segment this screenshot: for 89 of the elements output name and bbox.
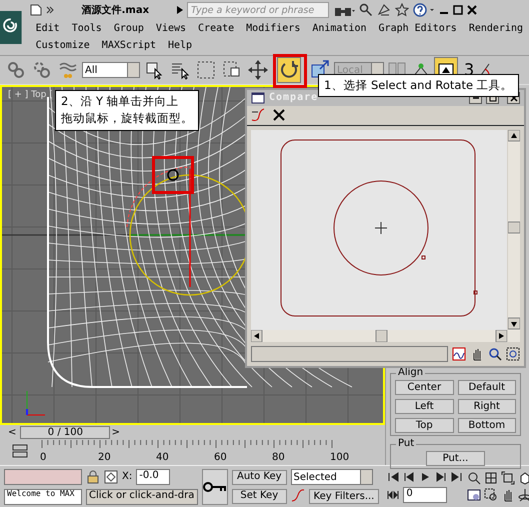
menu-item[interactable]: Customize: [30, 40, 96, 51]
zoom-region-icon[interactable]: [484, 488, 498, 502]
slider-next-arrow[interactable]: >: [108, 427, 124, 438]
x-label: X:: [122, 471, 132, 482]
track-tick-label: 0: [40, 452, 46, 463]
callout-tooltip: 1、选择 Select and Rotate 工具。: [318, 74, 519, 98]
play-icon[interactable]: [419, 470, 432, 482]
zoom-icon[interactable]: [467, 471, 482, 485]
group-title: Align: [396, 367, 426, 378]
go-to-end-icon[interactable]: [451, 470, 464, 482]
unlink-icon: [31, 59, 53, 81]
maxscript-listener-field[interactable]: [4, 468, 82, 484]
align-button[interactable]: Default: [458, 380, 516, 395]
search-field[interactable]: Type a keyword or phrase: [187, 2, 330, 18]
curve-icon[interactable]: [290, 489, 305, 503]
x-coordinate-field[interactable]: -0.0: [136, 468, 170, 484]
highlight-frame: [152, 156, 194, 194]
group-title: Put: [396, 438, 416, 449]
star-icon[interactable]: [395, 3, 410, 17]
orbit-icon[interactable]: [518, 488, 529, 502]
highlight-frame: [273, 54, 307, 88]
track-bar[interactable]: 0 20 40 60 80 100: [40, 440, 385, 465]
menu-item[interactable]: Graph Editors: [372, 23, 463, 34]
dashed-rectangle-icon: [195, 59, 217, 81]
delete-icon[interactable]: [273, 109, 285, 122]
track-tick-label: 60: [214, 452, 227, 463]
align-button[interactable]: Center: [395, 380, 454, 395]
next-frame-icon[interactable]: [435, 470, 448, 482]
horizontal-scrollbar[interactable]: [251, 330, 507, 342]
track-tick-label: 20: [98, 452, 111, 463]
pick-curve-icon[interactable]: [251, 108, 265, 122]
lock-icon[interactable]: [86, 470, 100, 484]
time-slider-thumb[interactable]: 0 / 100: [20, 426, 110, 439]
auto-key-button[interactable]: Auto Key: [232, 470, 287, 484]
window-icon: [251, 92, 265, 104]
menu-item[interactable]: Group: [108, 23, 150, 34]
set-key-button[interactable]: Set Key: [232, 488, 287, 504]
key-mode-toggle-icon[interactable]: [387, 488, 400, 500]
move-icon: [247, 59, 269, 81]
file-title: 酒源文件.max: [82, 4, 150, 16]
track-bar-toggle-icon[interactable]: [12, 444, 28, 458]
new-file-icon[interactable]: [30, 4, 42, 16]
time-config-icon[interactable]: [467, 488, 482, 502]
menu-item[interactable]: Edit: [30, 23, 66, 34]
curve-view-icon[interactable]: [452, 347, 466, 361]
menu-item[interactable]: MAXScript: [96, 40, 162, 51]
key-mode-value: Selected: [294, 472, 337, 482]
zoom-extents-icon[interactable]: [484, 471, 498, 485]
align-button[interactable]: Right: [458, 399, 516, 414]
maxscript-output: Welcome to MAX: [4, 488, 82, 504]
menu-item[interactable]: Animation: [306, 23, 373, 34]
menu-item[interactable]: Tools: [66, 23, 108, 34]
slider-prev-arrow[interactable]: <: [4, 427, 20, 438]
play-arrow-icon[interactable]: [177, 6, 184, 14]
selection-center-icon[interactable]: [104, 470, 118, 484]
align-button[interactable]: Left: [395, 399, 454, 414]
link-icon: [5, 59, 27, 81]
go-to-start-icon[interactable]: [387, 470, 400, 482]
menu-item[interactable]: Modifiers: [240, 23, 306, 34]
set-key-mode-button[interactable]: [202, 468, 228, 504]
align-button[interactable]: Top: [395, 418, 454, 433]
key-mode-dropdown[interactable]: Selected: [290, 469, 373, 485]
menu-item[interactable]: Help: [162, 40, 198, 51]
menu-item[interactable]: Create: [192, 23, 240, 34]
menu-item[interactable]: Views: [150, 23, 192, 34]
track-tick-label: 40: [156, 452, 169, 463]
track-tick-label: 100: [330, 452, 350, 463]
frame-icon[interactable]: [501, 471, 516, 485]
selection-filter-dropdown[interactable]: All: [82, 62, 140, 78]
close-icon[interactable]: [467, 5, 478, 15]
callout-tooltip: 2、沿 Y 轴单击并向上 拖动鼠标，旋转截面型。: [55, 90, 199, 130]
maximize-icon[interactable]: [453, 5, 464, 15]
frame-field[interactable]: 0: [403, 486, 448, 502]
minimize-icon: [472, 96, 478, 99]
selection-filter-value: All: [85, 64, 98, 76]
menu-item[interactable]: Rendering: [462, 23, 529, 34]
align-button[interactable]: Bottom: [458, 418, 516, 433]
vertical-scrollbar[interactable]: [508, 130, 520, 342]
help-icon[interactable]: [413, 3, 436, 17]
previous-frame-icon[interactable]: [403, 470, 416, 482]
key-filters-button[interactable]: Key Filters...: [308, 489, 380, 504]
expand-icon[interactable]: [46, 6, 54, 14]
rotate-cursor-icon: [166, 168, 180, 182]
put-button[interactable]: Put...: [426, 451, 486, 466]
track-tick-label: 80: [272, 452, 285, 463]
cube-icon[interactable]: [518, 471, 529, 485]
toolbar-button[interactable]: [277, 57, 301, 83]
zoom-icon[interactable]: [488, 347, 502, 361]
zoom-region-icon[interactable]: [506, 347, 520, 361]
